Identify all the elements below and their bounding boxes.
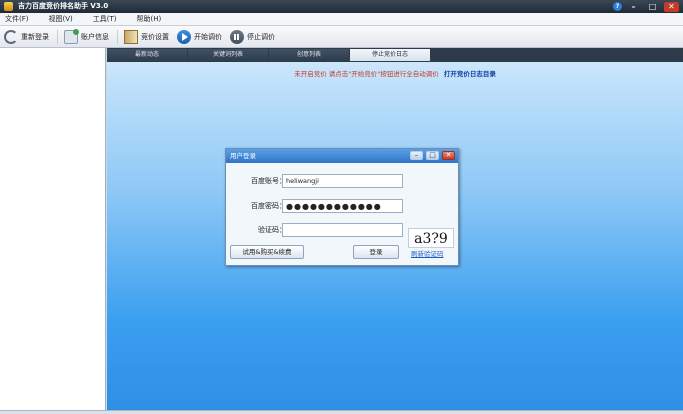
start-bidding-label: 开始调价 (194, 32, 222, 41)
toolbar-divider (57, 29, 58, 44)
title-bar: 吉力百度竞价排名助手 V3.0 ? – □ ✕ (0, 0, 683, 13)
captcha-image[interactable]: a3?9 (408, 228, 454, 248)
username-label: 百度账号： (251, 177, 286, 185)
dialog-close-button[interactable]: ✕ (442, 151, 455, 160)
minimize-button[interactable]: – (626, 2, 641, 12)
tab-bar: 最新动态 关键词列表 创意列表 停止竞价日志 (107, 48, 683, 62)
tab-creative-list[interactable]: 创意列表 (269, 49, 349, 61)
bidding-warning: 未开启竞价 请点击"开始竞价"按钮进行全自动调价 (294, 70, 439, 78)
account-info-label: 账户信息 (81, 32, 109, 41)
sidebar-panel (0, 48, 106, 410)
menu-view[interactable]: 视图(V) (49, 14, 73, 24)
menu-file[interactable]: 文件(F) (5, 14, 29, 24)
password-label: 百度密码： (251, 202, 286, 210)
stop-bidding-label: 停止调价 (247, 32, 275, 41)
tab-keyword-list[interactable]: 关键词列表 (188, 49, 268, 61)
status-notice: 未开启竞价 请点击"开始竞价"按钮进行全自动调价 打开竞价日志目录 (107, 68, 683, 78)
password-row: 百度密码： (226, 199, 460, 213)
password-input[interactable] (282, 199, 403, 213)
login-dialog-titlebar[interactable]: 用户登录 – □ ✕ (226, 149, 458, 163)
tab-latest-news[interactable]: 最新动态 (107, 49, 187, 61)
refresh-captcha-link[interactable]: 刷新验证码 (411, 248, 444, 258)
tab-stop-bid-log[interactable]: 停止竞价日志 (350, 49, 430, 61)
start-bidding-button[interactable]: 开始调价 (177, 29, 222, 44)
close-button[interactable]: ✕ (664, 1, 679, 12)
window-title: 吉力百度竞价排名助手 V3.0 (18, 2, 109, 10)
account-icon (64, 28, 79, 44)
play-icon (177, 29, 191, 44)
dialog-minimize-button[interactable]: – (410, 151, 423, 160)
help-icon[interactable]: ? (613, 2, 622, 11)
refresh-icon (4, 29, 18, 44)
relogin-label: 重新登录 (21, 32, 49, 41)
pause-icon (230, 29, 244, 44)
relogin-button[interactable]: 重新登录 (4, 29, 49, 44)
menu-bar: 文件(F) 视图(V) 工具(T) 帮助(H) (0, 13, 683, 26)
dialog-controls: – □ ✕ (410, 151, 455, 160)
toolbar: 重新登录 账户信息 竞价设置 开始调价 停止调价 (0, 26, 683, 48)
menu-tools[interactable]: 工具(T) (93, 14, 117, 24)
menu-help[interactable]: 帮助(H) (137, 14, 162, 24)
window-controls: ? – □ ✕ (613, 1, 679, 12)
bid-settings-button[interactable]: 竞价设置 (124, 29, 169, 44)
username-input[interactable] (282, 174, 403, 188)
captcha-input[interactable] (282, 223, 403, 237)
username-row: 百度账号： (226, 174, 460, 188)
app-logo-icon (4, 2, 13, 11)
account-info-button[interactable]: 账户信息 (64, 28, 109, 44)
status-bar (0, 410, 683, 414)
bid-settings-label: 竞价设置 (141, 32, 169, 41)
login-button[interactable]: 登录 (353, 245, 399, 259)
trial-purchase-button[interactable]: 试用&购买&续费 (230, 245, 304, 259)
login-form: 百度账号： 百度密码： 验证码： a3?9 试用&购买&续费 登录 刷新验证码 (226, 163, 458, 266)
book-icon (124, 29, 138, 44)
open-log-dir-link[interactable]: 打开竞价日志目录 (444, 70, 496, 78)
dialog-maximize-button[interactable]: □ (426, 151, 439, 160)
toolbar-divider (117, 29, 118, 44)
maximize-button[interactable]: □ (645, 2, 660, 12)
login-dialog: 用户登录 – □ ✕ 百度账号： 百度密码： 验证码： a3?9 试用&购买&续… (225, 148, 459, 266)
login-dialog-title: 用户登录 (230, 152, 256, 160)
stop-bidding-button[interactable]: 停止调价 (230, 29, 275, 44)
